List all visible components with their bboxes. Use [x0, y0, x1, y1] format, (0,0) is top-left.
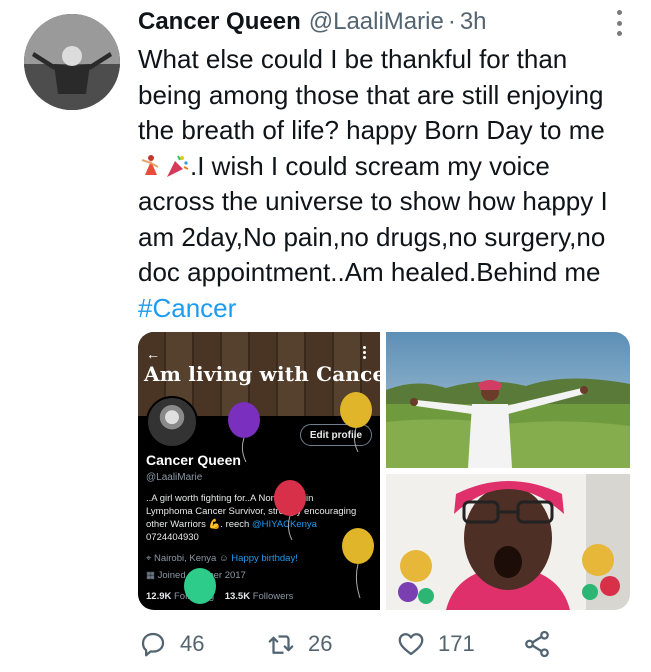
tweet-text-line: doc appointment..Am healed.Behind me — [138, 257, 601, 287]
bio-line: Lymphoma Cancer Survivor, strongly encou… — [146, 506, 357, 517]
author-avatar[interactable] — [24, 14, 120, 110]
retweet-count: 26 — [308, 631, 333, 656]
tweet-text-line: across the universe to show how happy I — [138, 186, 608, 216]
profile-birthday: Happy birthday! — [231, 553, 298, 564]
profile-follow-counts: 12.9K Following 13.5K Followers — [146, 591, 293, 602]
profile-location: Nairobi, Kenya — [154, 553, 217, 564]
tweet-text-line: being among those that are still enjoyin… — [138, 79, 604, 110]
tweet-text-line-content: .I wish I could scream my voice — [190, 150, 550, 181]
tweet-text-line: What else could I be thankful for than — [138, 44, 568, 74]
back-arrow-icon: ← — [146, 346, 160, 362]
gold-balloon-icon — [340, 392, 372, 452]
dancer-emoji — [141, 154, 159, 175]
party-popper-emoji — [167, 155, 189, 177]
hashtag-link[interactable]: #Cancer — [138, 291, 638, 327]
red-balloon-icon — [274, 480, 306, 540]
author-handle[interactable]: @LaaliMarie — [309, 8, 444, 36]
banner-title: Am living with Cancer — [144, 362, 380, 386]
like-button[interactable]: 171 — [396, 626, 475, 662]
share-button[interactable] — [522, 626, 564, 662]
bio-text: other Warriors 💪. reech — [146, 519, 252, 530]
reply-button[interactable]: 46 — [138, 626, 204, 662]
heart-icon — [398, 633, 424, 656]
tweet-text-line: the breath of life? happy Born Day to me — [138, 115, 605, 145]
reply-icon — [141, 632, 165, 657]
following-count: 12.9K — [146, 591, 172, 602]
calendar-icon: ▦ — [146, 570, 158, 581]
share-icon — [525, 630, 549, 658]
selfie-photo[interactable] — [386, 474, 630, 610]
tweet-text-line: am 2day,No pain,no drugs,no surgery,no — [138, 221, 606, 252]
profile-screenshot-image[interactable]: ← Am living with Cancer Edit profile Can… — [138, 332, 380, 610]
separator: · — [447, 8, 456, 35]
location-icon: ⌖ — [146, 553, 154, 564]
purple-balloon-icon — [228, 402, 260, 462]
tweet-actions: 46 26 171 — [138, 626, 558, 662]
profile-meta: ⌖ Nairobi, Kenya ☺ Happy birthday! — [146, 553, 298, 564]
outdoor-field-photo[interactable] — [386, 332, 630, 468]
birthday-icon: ☺ — [218, 553, 232, 564]
bio-line: ..A girl worth fighting for..A Non Hodgk… — [146, 493, 314, 504]
author-name[interactable]: Cancer Queen — [138, 8, 301, 36]
gold-balloon-icon — [342, 528, 374, 598]
retweet-icon — [268, 635, 294, 654]
profile-avatar — [146, 396, 198, 448]
tweet-time[interactable]: 3h — [460, 8, 487, 36]
green-balloon-icon — [184, 568, 216, 604]
media-grid: ← Am living with Cancer Edit profile Can… — [138, 332, 630, 610]
more-options-icon[interactable] — [613, 10, 625, 36]
retweet-button[interactable]: 26 — [266, 626, 332, 662]
followers-count: 13.5K — [224, 591, 251, 602]
tweet-text: What else could I be thankful for than b… — [138, 42, 638, 326]
tweet-header: Cancer Queen @LaaliMarie · 3h — [138, 8, 611, 40]
profile-handle: @LaaliMarie — [146, 472, 203, 483]
like-count: 171 — [438, 631, 475, 656]
tweet-text-line: .I wish I could scream my voice — [138, 149, 638, 185]
menu-icon — [363, 346, 366, 360]
followers-label: Followers — [252, 591, 294, 602]
reply-count: 46 — [180, 631, 205, 656]
